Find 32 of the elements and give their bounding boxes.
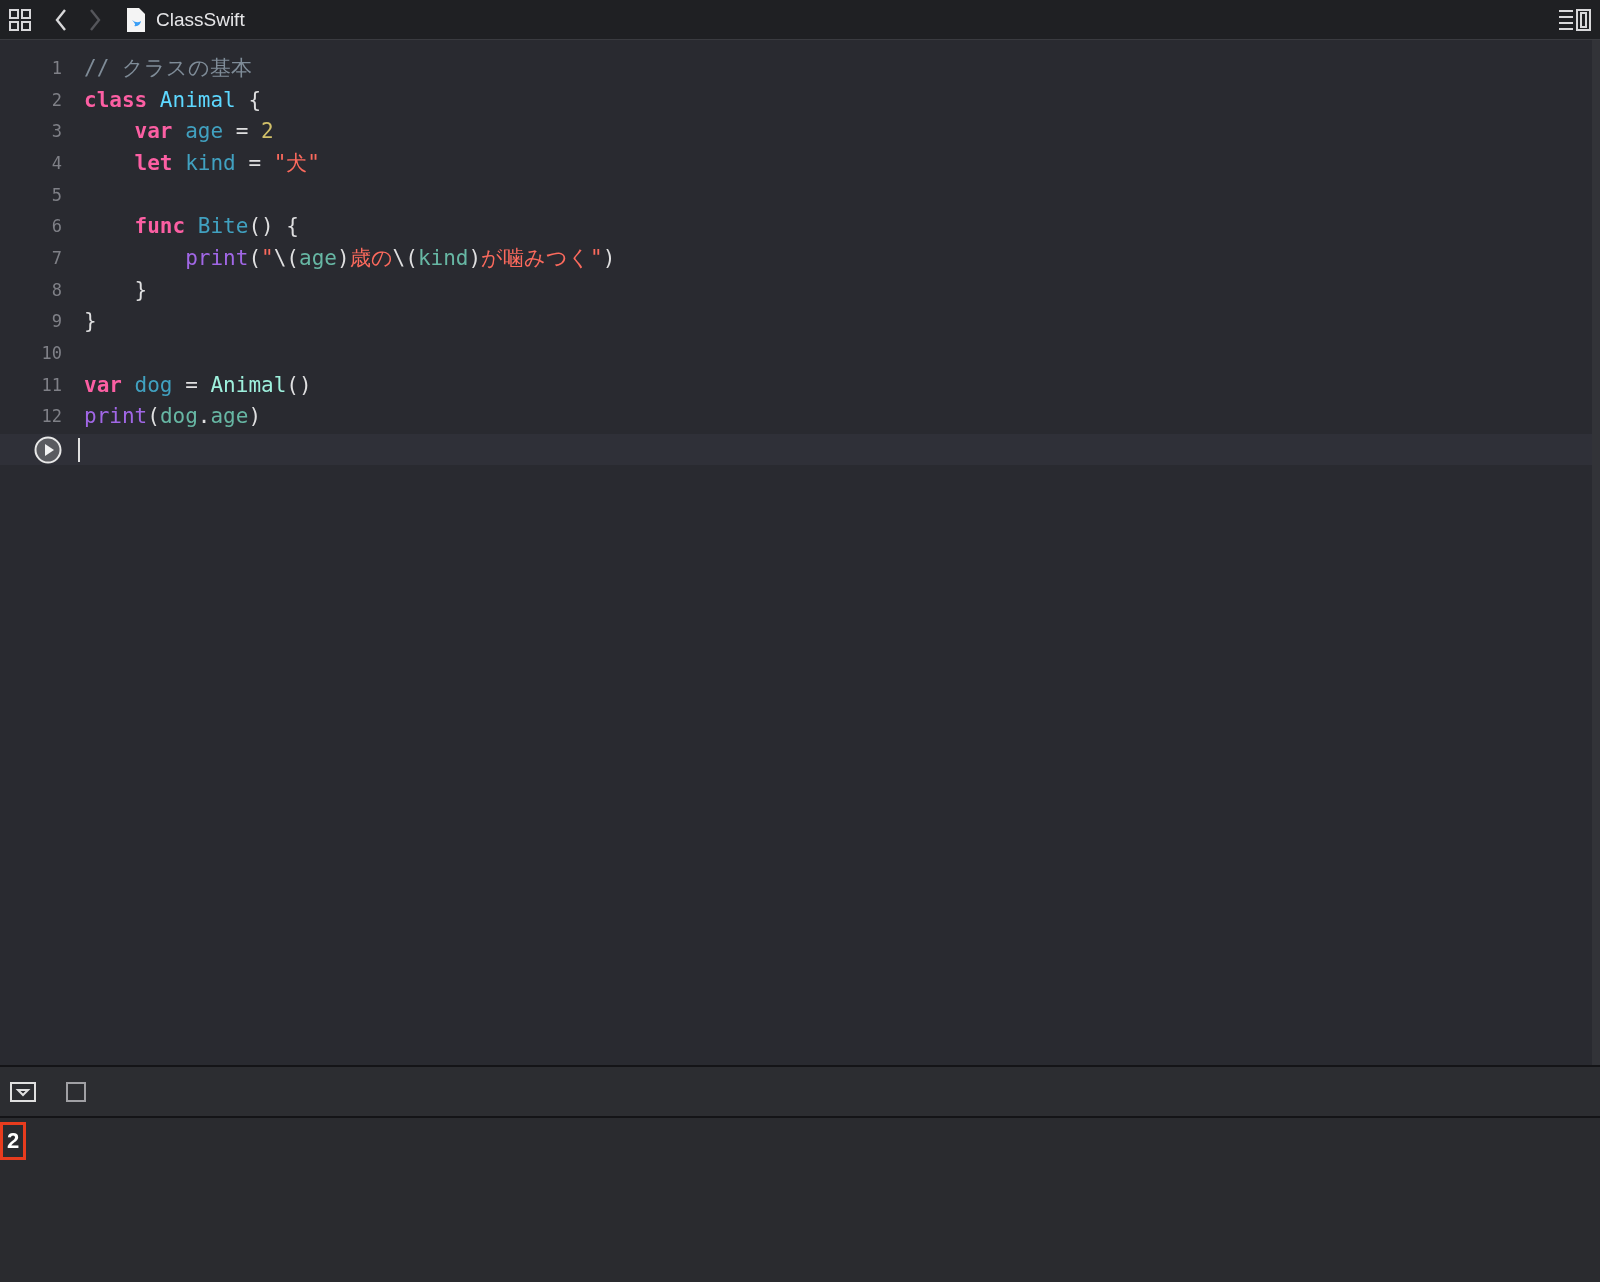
line-number: 3 [50,121,62,142]
swift-file-icon [126,6,146,33]
line-number: 2 [50,89,62,110]
run-button[interactable] [34,435,62,464]
file-title: ClassSwift [156,8,245,31]
line-number: 12 [40,406,62,427]
grid-icon[interactable] [8,7,32,32]
code-line: var age = 2 [133,119,274,144]
text-cursor [78,437,80,462]
code-line: class Animal { [84,87,262,112]
line-number: 7 [50,247,62,268]
line-number: 11 [40,374,62,395]
code-line: print(dog.age) [84,404,262,429]
code-line: var dog = Animal() [84,372,312,397]
code-line: func Bite() { [133,214,299,239]
line-number: 10 [40,343,62,364]
code-line: let kind = "犬" [133,149,320,177]
line-number: 1 [50,57,62,78]
line-number: 8 [50,279,62,300]
line-number: 5 [50,184,62,205]
line-number: 9 [50,311,62,332]
console-output: 2 [0,1122,27,1160]
stop-icon[interactable] [66,1081,86,1102]
code-line: // クラスの基本 [84,54,252,82]
inspector-toggle-icon[interactable] [1558,7,1592,32]
line-number: 6 [50,216,62,237]
line-number: 4 [50,152,62,173]
back-button[interactable] [54,7,68,32]
code-line: } [133,277,148,302]
hide-console-icon[interactable] [10,1081,36,1102]
code-line: } [84,309,97,334]
code-line: print("\(age)歳の\(kind)が噛みつく") [184,244,616,272]
